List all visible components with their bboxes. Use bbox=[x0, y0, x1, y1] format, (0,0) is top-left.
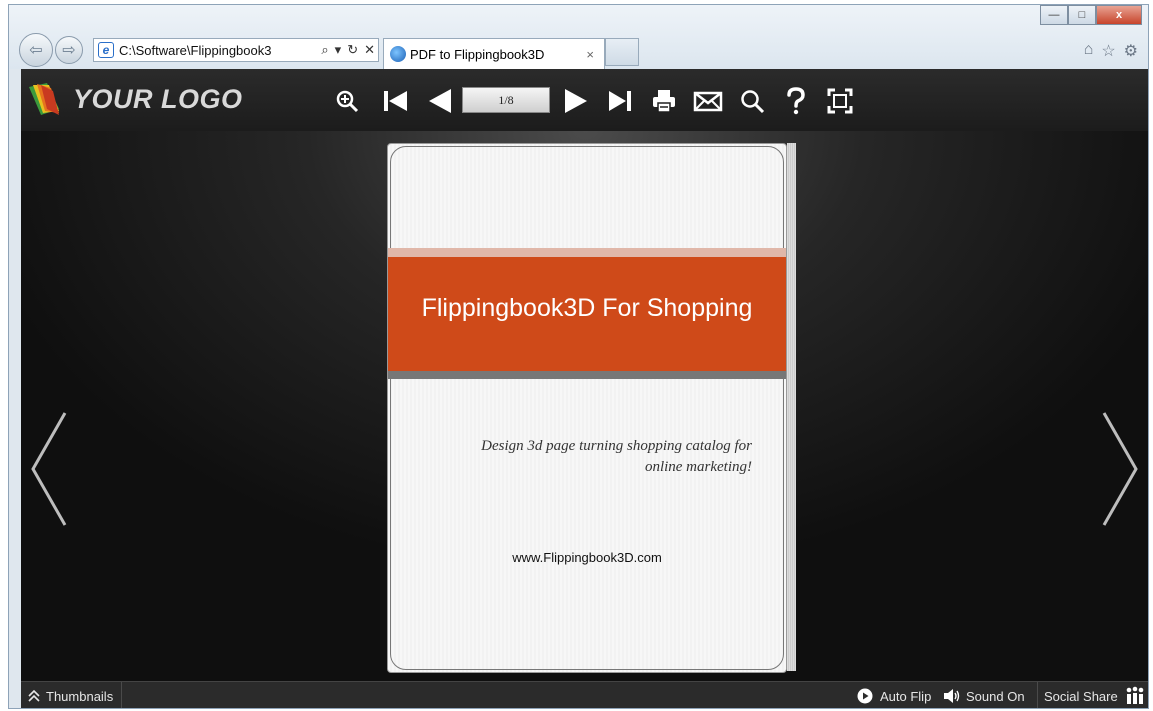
first-page-button[interactable] bbox=[379, 87, 411, 115]
social-share-button[interactable]: Social Share bbox=[1044, 682, 1145, 708]
page-indicator[interactable]: 1/8 bbox=[462, 87, 550, 113]
logo: YOUR LOGO bbox=[25, 79, 243, 119]
minimize-button[interactable]: — bbox=[1040, 5, 1068, 25]
subtitle-line-1: Design 3d page turning shopping catalog … bbox=[481, 438, 752, 454]
last-page-icon bbox=[609, 91, 631, 111]
thumbnails-button[interactable]: Thumbnails bbox=[27, 682, 114, 708]
arrow-right-icon: ⇨ bbox=[62, 42, 76, 59]
fullscreen-icon bbox=[827, 88, 853, 114]
subtitle-line-2: online marketing! bbox=[644, 459, 752, 475]
tab-close-icon[interactable]: × bbox=[586, 47, 594, 62]
search-icon bbox=[741, 90, 765, 114]
flipbook-bottom-bar: Thumbnails Auto Flip Sound On Social Sha… bbox=[21, 681, 1148, 708]
flipbook-toolbar: YOUR LOGO 1/8 bbox=[21, 69, 1148, 131]
banner-bottom-stripe bbox=[388, 371, 786, 379]
page-border bbox=[390, 146, 784, 670]
book-stage: Flippingbook3D For Shopping Design 3d pa… bbox=[21, 131, 1148, 682]
chevron-up-double-icon bbox=[28, 689, 40, 702]
social-share-label: Social Share bbox=[1044, 688, 1118, 704]
next-page-button[interactable] bbox=[561, 87, 593, 115]
arrow-left-icon: ⇦ bbox=[29, 42, 43, 59]
address-bar[interactable]: e C:\Software\Flippingbook3 ⌕ ▾ ↻ ✕ bbox=[93, 38, 379, 62]
last-page-button[interactable] bbox=[605, 87, 635, 115]
window-controls: — □ x bbox=[1040, 5, 1142, 25]
help-question-icon bbox=[787, 87, 805, 115]
close-window-button[interactable]: x bbox=[1096, 5, 1142, 25]
search-button[interactable] bbox=[737, 87, 767, 115]
people-share-icon bbox=[1124, 686, 1145, 706]
refresh-icon[interactable]: ↻ bbox=[347, 42, 358, 58]
maximize-button[interactable]: □ bbox=[1068, 5, 1096, 25]
book-cover-page[interactable]: Flippingbook3D For Shopping Design 3d pa… bbox=[387, 143, 787, 673]
new-tab-button[interactable] bbox=[605, 38, 639, 66]
previous-page-icon bbox=[429, 89, 451, 113]
sound-button[interactable]: Sound On bbox=[943, 682, 1025, 708]
forward-button[interactable]: ⇨ bbox=[55, 36, 83, 64]
first-page-icon bbox=[384, 91, 407, 111]
browser-tab[interactable]: PDF to Flippingbook3D × bbox=[383, 38, 605, 69]
auto-flip-label: Auto Flip bbox=[880, 688, 932, 704]
book-title: Flippingbook3D For Shopping bbox=[421, 293, 753, 322]
auto-flip-button[interactable]: Auto Flip bbox=[857, 682, 932, 708]
print-button[interactable] bbox=[649, 87, 679, 115]
thumbnails-label: Thumbnails bbox=[46, 688, 114, 704]
tab-title: PDF to Flippingbook3D bbox=[410, 46, 545, 62]
favorites-icon[interactable]: ☆ bbox=[1101, 41, 1115, 61]
sound-label: Sound On bbox=[966, 688, 1025, 704]
flipbook-app: YOUR LOGO 1/8 Flippingbook3D For Shoppin… bbox=[21, 69, 1148, 708]
dropdown-icon[interactable]: ▾ bbox=[335, 42, 342, 58]
title-banner: Flippingbook3D For Shopping bbox=[388, 257, 786, 371]
ie-page-icon: e bbox=[98, 42, 114, 58]
browser-tools: ⌂ ☆ ⚙ bbox=[1084, 41, 1138, 61]
search-icon[interactable]: ⌕ bbox=[321, 42, 328, 58]
zoom-in-icon bbox=[336, 90, 359, 113]
banner-top-stripe bbox=[388, 248, 786, 257]
stop-icon[interactable]: ✕ bbox=[364, 42, 375, 58]
ie-tab-icon bbox=[390, 46, 406, 62]
play-icon bbox=[857, 688, 873, 704]
divider bbox=[1037, 682, 1038, 708]
email-icon bbox=[693, 91, 723, 112]
prev-page-arrow[interactable] bbox=[29, 411, 69, 527]
back-button[interactable]: ⇦ bbox=[19, 33, 53, 67]
home-icon[interactable]: ⌂ bbox=[1084, 41, 1094, 61]
browser-window: ⇦ ⇨ e C:\Software\Flippingbook3 ⌕ ▾ ↻ ✕ … bbox=[8, 4, 1149, 709]
divider bbox=[121, 682, 122, 708]
book-subtitle: Design 3d page turning shopping catalog … bbox=[432, 436, 752, 478]
browser-chrome: ⇦ ⇨ e C:\Software\Flippingbook3 ⌕ ▾ ↻ ✕ … bbox=[9, 5, 1148, 69]
next-page-icon bbox=[565, 89, 587, 113]
next-page-arrow[interactable] bbox=[1100, 411, 1140, 527]
address-text[interactable]: C:\Software\Flippingbook3 bbox=[119, 43, 318, 58]
fullscreen-button[interactable] bbox=[825, 87, 855, 115]
settings-gear-icon[interactable]: ⚙ bbox=[1124, 41, 1138, 61]
book-website: www.Flippingbook3D.com bbox=[512, 550, 662, 565]
zoom-in-button[interactable] bbox=[333, 87, 361, 115]
logo-text: YOUR LOGO bbox=[73, 83, 243, 114]
help-button[interactable] bbox=[783, 87, 809, 115]
print-icon bbox=[653, 90, 675, 113]
book-page-edges bbox=[787, 143, 796, 671]
logo-book-icon bbox=[29, 83, 59, 115]
email-button[interactable] bbox=[691, 87, 725, 115]
previous-page-button[interactable] bbox=[423, 87, 455, 115]
speaker-icon bbox=[944, 689, 960, 703]
